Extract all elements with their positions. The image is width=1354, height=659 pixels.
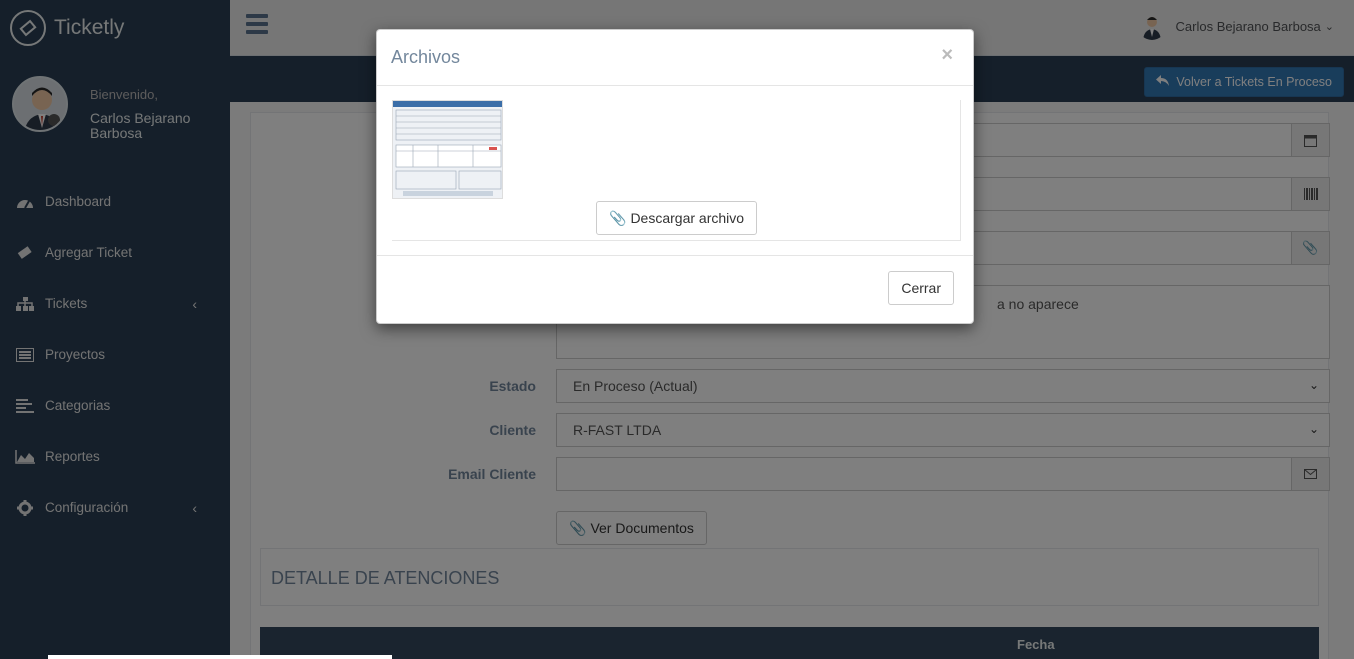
cerrar-button-label: Cerrar xyxy=(901,280,941,296)
horizontal-scrollbar[interactable] xyxy=(48,655,392,659)
modal-body: 📎 Descargar archivo xyxy=(392,100,961,241)
download-button-label: Descargar archivo xyxy=(630,210,745,226)
modal-title: Archivos xyxy=(391,47,461,67)
modal-header: Archivos × xyxy=(377,30,973,86)
file-thumbnail[interactable] xyxy=(392,100,503,199)
modal-footer: Cerrar xyxy=(377,255,973,325)
close-icon[interactable]: × xyxy=(941,44,953,67)
download-file-button[interactable]: 📎 Descargar archivo xyxy=(596,201,758,235)
archivos-modal: Archivos × 📎 Descargar archivo Cerrar xyxy=(376,29,974,324)
cerrar-button[interactable]: Cerrar xyxy=(888,271,954,305)
paperclip-icon: 📎 xyxy=(609,209,627,226)
